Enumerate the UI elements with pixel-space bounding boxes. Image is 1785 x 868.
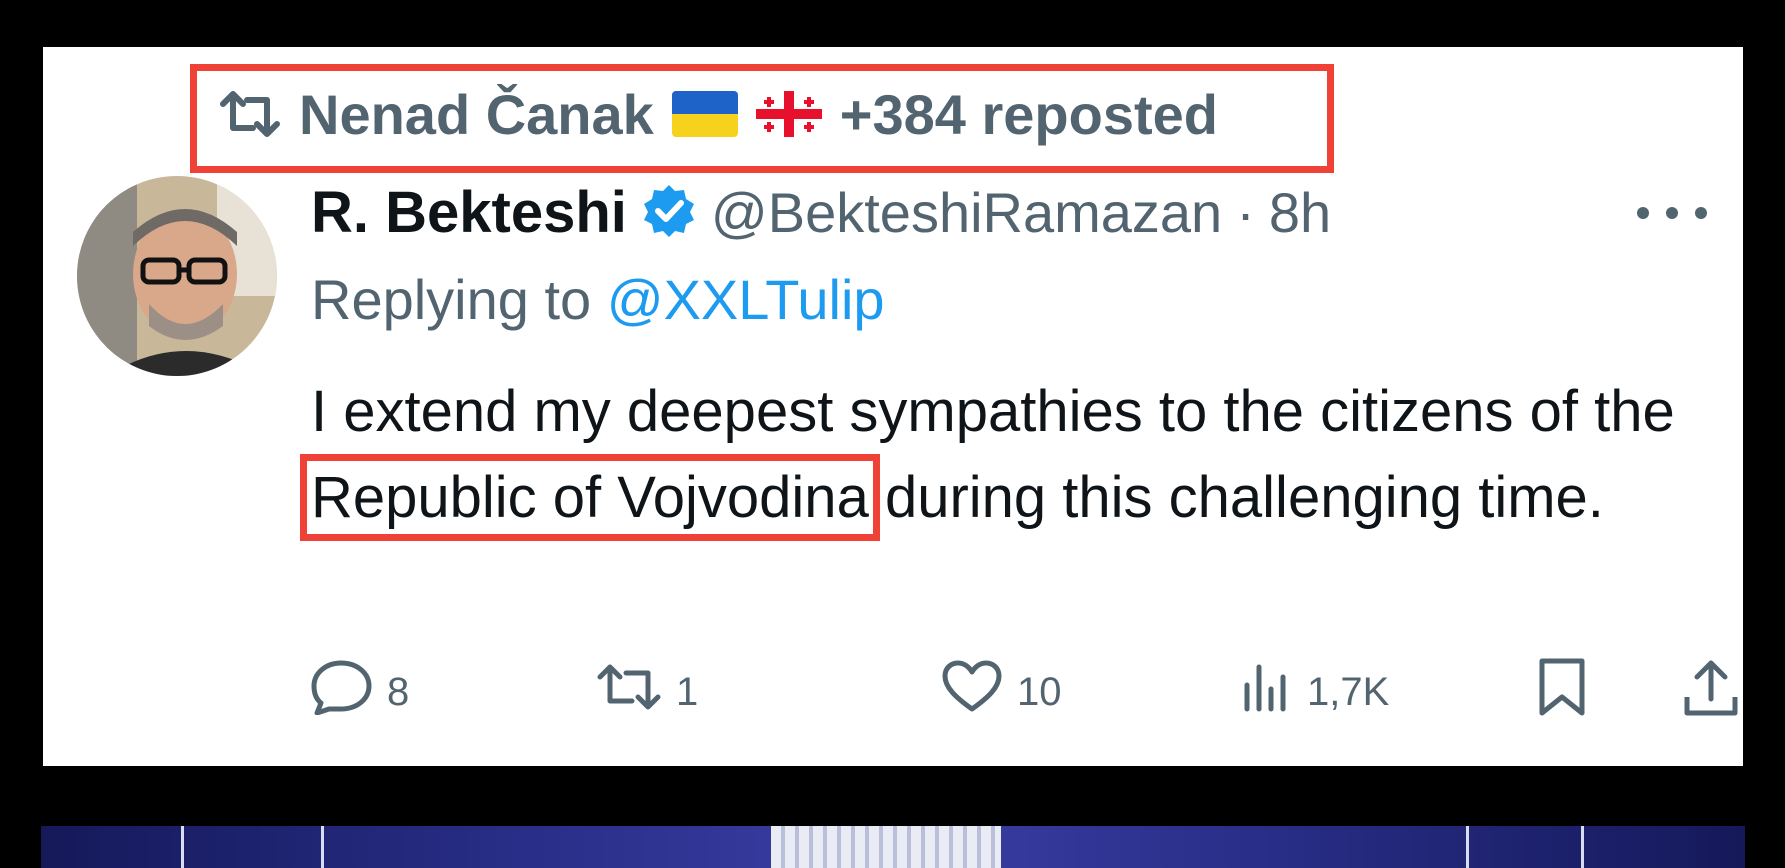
display-name[interactable]: R. Bekteshi (311, 179, 627, 246)
replying-to: Replying to @XXLTulip (311, 267, 885, 332)
bookmark-button[interactable] (1536, 657, 1588, 727)
reply-icon (311, 659, 373, 725)
avatar[interactable] (77, 176, 277, 376)
photo-detail (1581, 826, 1584, 868)
ukraine-flag-icon (671, 91, 738, 137)
repost-count-text: +384 reposted (839, 82, 1218, 146)
reposter-name[interactable]: Nenad Čanak (299, 82, 654, 147)
photo-detail (321, 826, 324, 868)
photo-building (771, 826, 1001, 868)
separator-dot: · (1236, 180, 1255, 244)
views-button[interactable]: 1,7K (1241, 657, 1389, 727)
like-button[interactable]: 10 (941, 657, 1062, 727)
repost-icon (219, 90, 281, 138)
reply-button[interactable]: 8 (311, 657, 409, 727)
bookmark-icon (1536, 657, 1588, 727)
tweet-text-highlight: Republic of Vojvodina (300, 454, 880, 541)
georgia-flag-icon (755, 91, 822, 137)
action-bar: 8 1 10 1,7K (311, 657, 1743, 727)
attached-photo[interactable] (41, 826, 1745, 868)
replying-to-prefix: Replying to (311, 268, 592, 331)
repost-action-icon (596, 661, 662, 723)
reply-count: 8 (387, 669, 410, 714)
views-chart-icon (1241, 661, 1293, 723)
tweet-card: Nenad Čanak +384 reposted R. Bekteshi @B… (43, 47, 1743, 766)
photo-detail (181, 826, 184, 868)
repost-count: 1 (676, 669, 699, 714)
more-options-icon[interactable] (1637, 195, 1707, 231)
repost-indicator[interactable]: Nenad Čanak +384 reposted (219, 81, 1218, 147)
tweet-header: R. Bekteshi @BekteshiRamazan · 8h (311, 175, 1331, 249)
verified-badge-icon (641, 182, 697, 243)
views-count: 1,7K (1307, 669, 1390, 714)
tweet-text-before: I extend my deepest sympathies to the ci… (311, 379, 1675, 444)
repost-button[interactable]: 1 (596, 657, 698, 727)
photo-detail (1466, 826, 1469, 868)
tweet-text: I extend my deepest sympathies to the ci… (300, 369, 1691, 541)
tweet-text-after: during this challenging time. (868, 465, 1604, 530)
heart-icon (941, 659, 1003, 725)
user-handle[interactable]: @BekteshiRamazan (711, 180, 1222, 245)
share-button[interactable] (1683, 657, 1739, 727)
share-upload-icon (1683, 657, 1739, 727)
like-count: 10 (1017, 669, 1062, 714)
replying-to-mention[interactable]: @XXLTulip (607, 268, 885, 331)
timestamp[interactable]: 8h (1269, 180, 1331, 245)
